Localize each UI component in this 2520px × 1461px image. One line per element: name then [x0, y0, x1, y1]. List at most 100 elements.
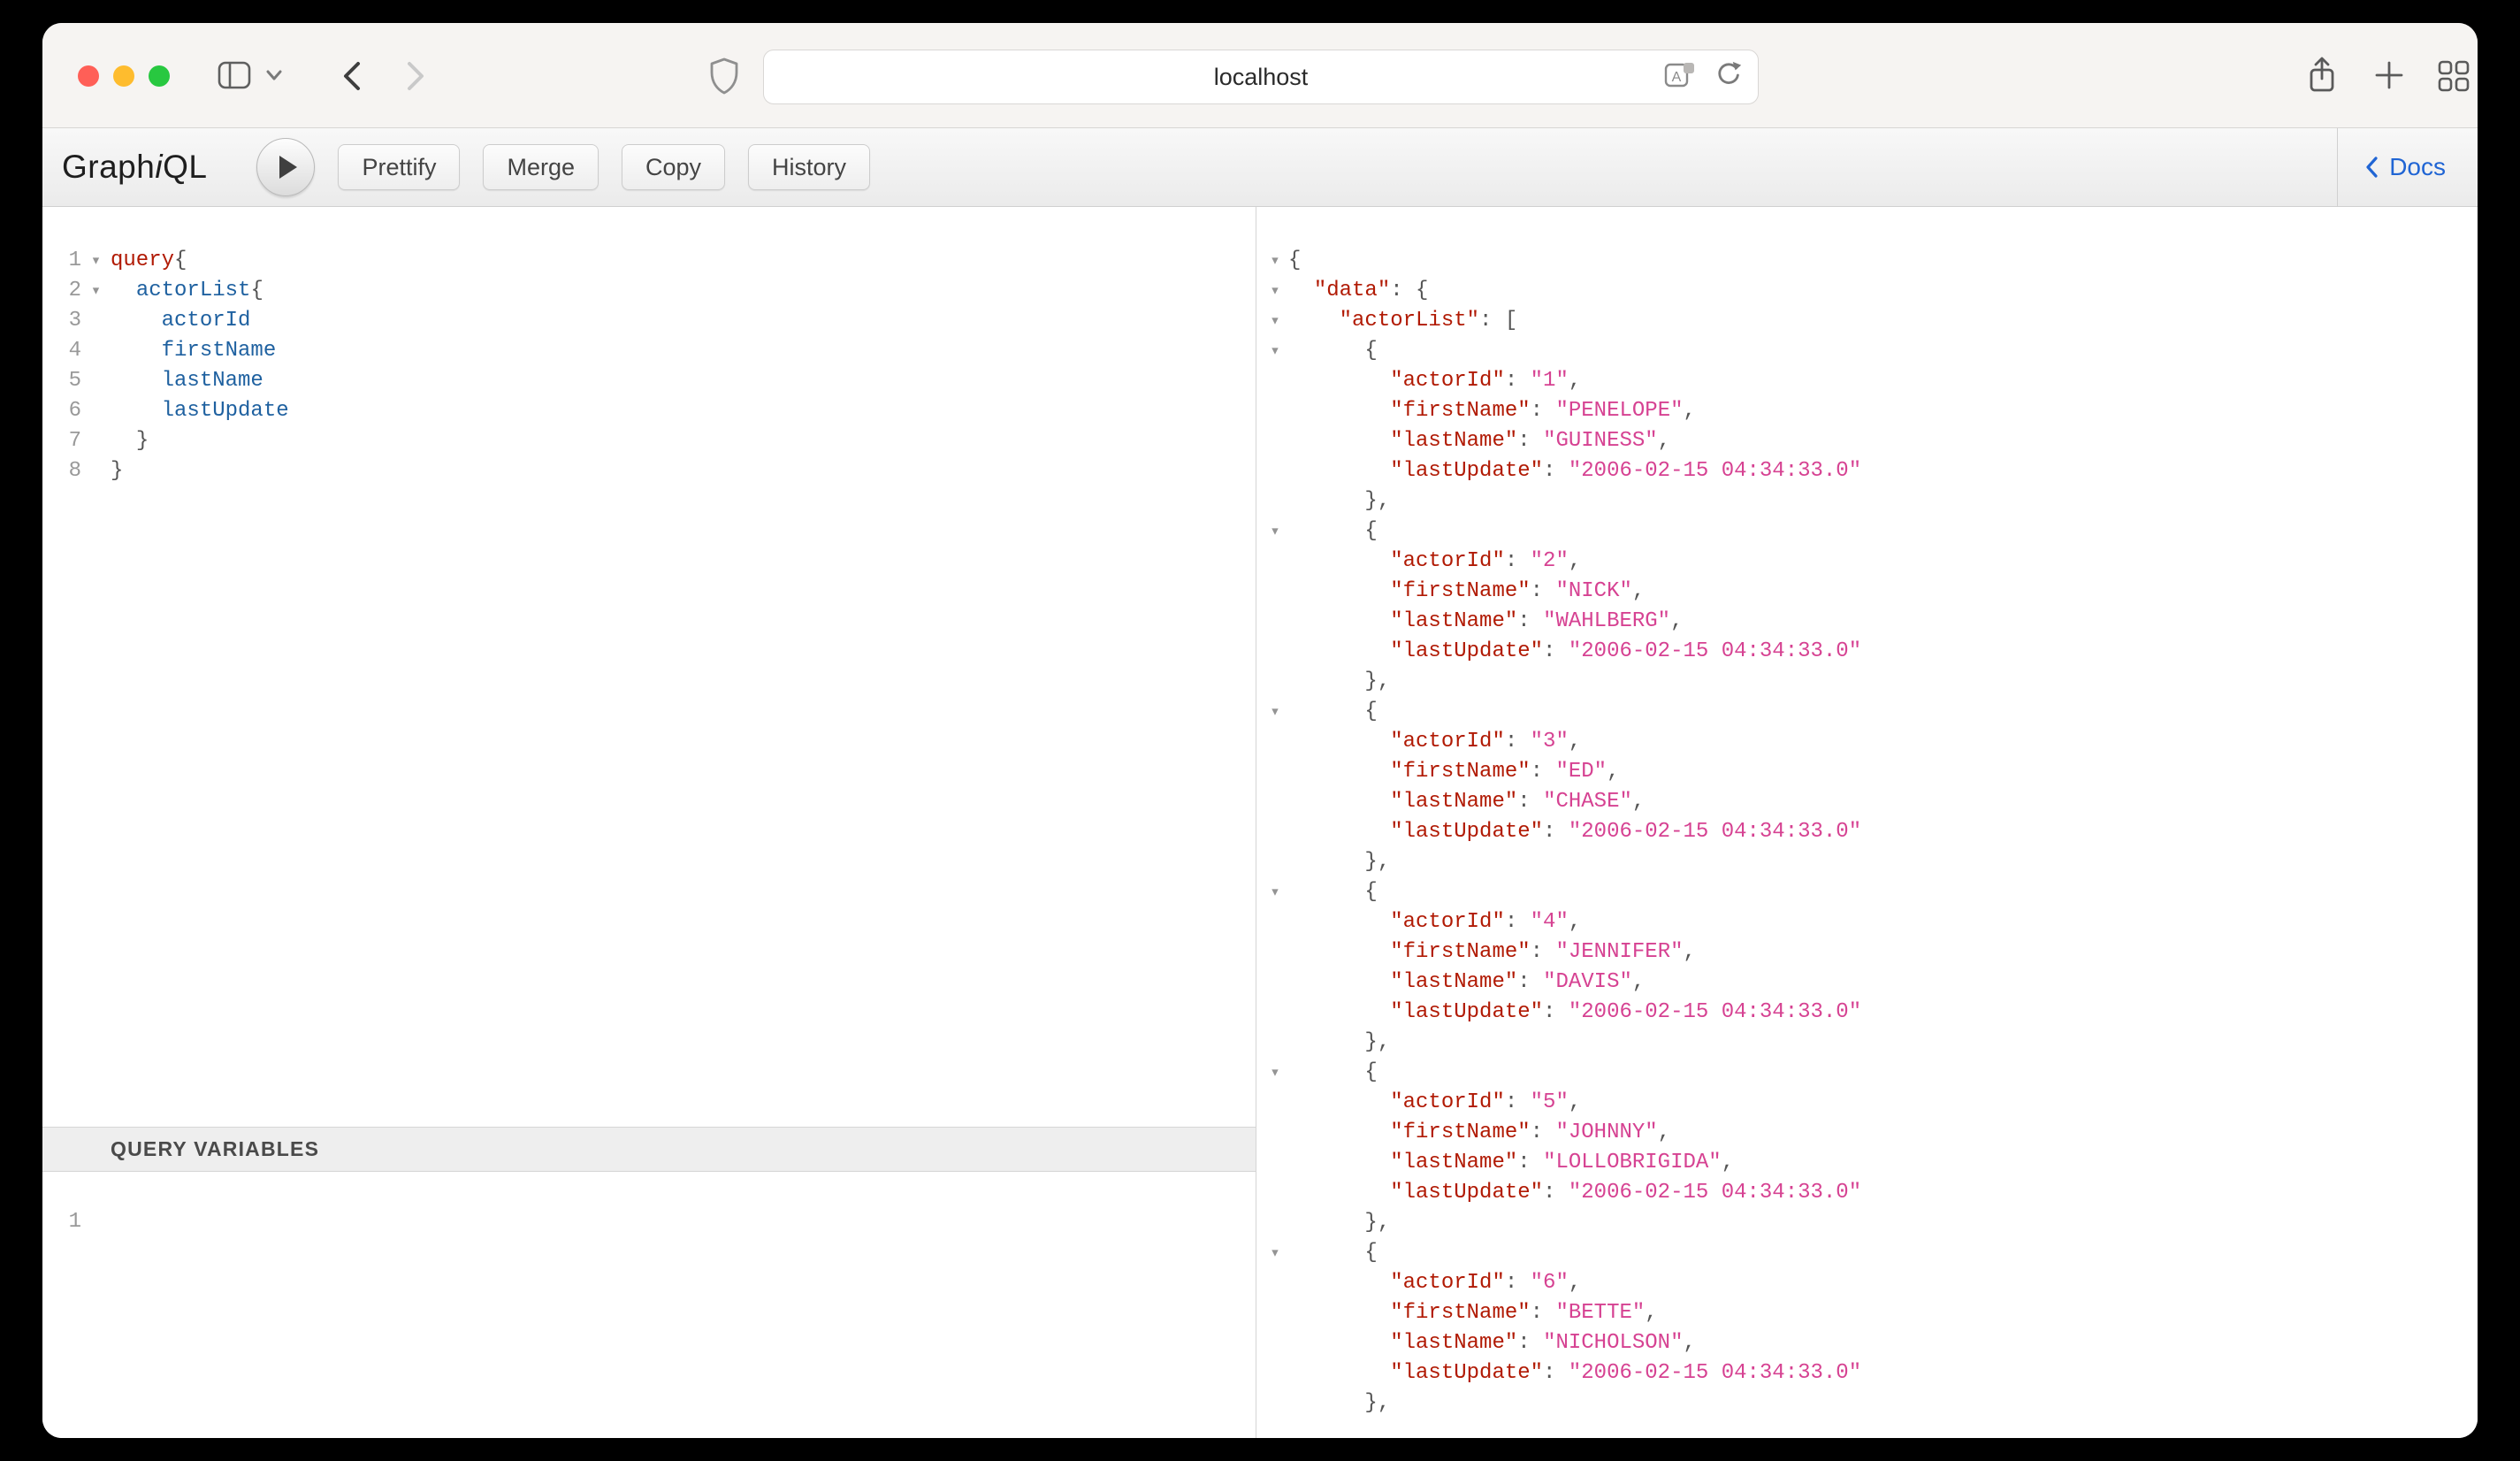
line-number: 5: [42, 366, 81, 396]
result-line: "firstName": "ED",: [1262, 757, 2478, 787]
fold-toggle-icon[interactable]: ▾: [1262, 697, 1288, 727]
docs-link[interactable]: Docs: [2337, 128, 2478, 206]
address-bar[interactable]: localhost A: [763, 50, 1759, 104]
chevron-left-icon: [2364, 156, 2379, 179]
result-line: "firstName": "JENNIFER",: [1262, 937, 2478, 968]
code-text: "actorId": "6",: [1288, 1268, 1581, 1298]
fold-gutter: [1262, 456, 1288, 486]
fold-gutter: [1262, 637, 1288, 667]
code-text: {: [1288, 516, 1378, 547]
code-text: lastUpdate: [111, 396, 289, 426]
fold-toggle-icon[interactable]: ▾: [1262, 336, 1288, 366]
code-text: },: [1288, 1028, 1390, 1058]
result-line: "actorId": "5",: [1262, 1088, 2478, 1118]
query-editor[interactable]: 1▾query{2▾ actorList{3 actorId4 firstNam…: [42, 207, 1256, 1127]
line-number: 1: [42, 246, 81, 276]
result-line: "actorId": "6",: [1262, 1268, 2478, 1298]
fold-gutter: [1262, 547, 1288, 577]
code-text: query{: [111, 246, 187, 276]
fold-toggle-icon[interactable]: ▾: [1262, 877, 1288, 907]
copy-button[interactable]: Copy: [622, 144, 725, 190]
code-text: },: [1288, 486, 1390, 516]
sidebar-toggle-button[interactable]: [218, 61, 251, 92]
result-line: ▾ "data": {: [1262, 276, 2478, 306]
fold-toggle-icon[interactable]: ▾: [1262, 516, 1288, 547]
code-text: }: [111, 456, 123, 486]
fold-toggle-icon[interactable]: ▾: [1262, 1238, 1288, 1268]
privacy-report-button[interactable]: [707, 57, 741, 98]
history-button[interactable]: History: [748, 144, 870, 190]
forward-button[interactable]: [405, 59, 426, 96]
tab-overview-grid-icon: [2437, 59, 2470, 96]
result-line: },: [1262, 1208, 2478, 1238]
reload-icon[interactable]: [1714, 60, 1744, 95]
code-text: "firstName": "BETTE",: [1288, 1298, 1658, 1328]
code-text: "lastUpdate": "2006-02-15 04:34:33.0": [1288, 817, 1861, 847]
fold-gutter: [1262, 667, 1288, 697]
line-number: 4: [42, 336, 81, 366]
code-text: "lastName": "GUINESS",: [1288, 426, 1670, 456]
query-variables-editor[interactable]: 1: [42, 1172, 1256, 1438]
fold-gutter: [1262, 486, 1288, 516]
fold-toggle-icon[interactable]: ▾: [1262, 1058, 1288, 1088]
editor-pane: 1▾query{2▾ actorList{3 actorId4 firstNam…: [42, 207, 1256, 1438]
code-text: },: [1288, 667, 1390, 697]
result-line: "lastUpdate": "2006-02-15 04:34:33.0": [1262, 456, 2478, 486]
code-text: "lastUpdate": "2006-02-15 04:34:33.0": [1288, 998, 1861, 1028]
result-line: "lastName": "GUINESS",: [1262, 426, 2478, 456]
back-button[interactable]: [341, 59, 363, 96]
query-editor-line: 1▾query{: [42, 246, 1256, 276]
fold-toggle-icon[interactable]: ▾: [81, 246, 111, 276]
result-line: "actorId": "3",: [1262, 727, 2478, 757]
code-text: "actorId": "1",: [1288, 366, 1581, 396]
fold-gutter: [1262, 366, 1288, 396]
sidebar-menu-button[interactable]: [265, 69, 283, 84]
code-text: "actorList": [: [1288, 306, 1517, 336]
fold-gutter: [1262, 1358, 1288, 1388]
code-text: {: [1288, 336, 1378, 366]
merge-button[interactable]: Merge: [483, 144, 599, 190]
result-line: },: [1262, 1028, 2478, 1058]
result-line: ▾ {: [1262, 1058, 2478, 1088]
result-line: "lastUpdate": "2006-02-15 04:34:33.0": [1262, 1178, 2478, 1208]
fold-toggle-icon[interactable]: ▾: [1262, 276, 1288, 306]
result-line: "firstName": "BETTE",: [1262, 1298, 2478, 1328]
result-line: "lastName": "WAHLBERG",: [1262, 607, 2478, 637]
code-text: {: [1288, 1238, 1378, 1268]
code-text: },: [1288, 1208, 1390, 1238]
query-editor-line: 7 }: [42, 426, 1256, 456]
result-viewer[interactable]: ▾{▾ "data": {▾ "actorList": [▾ { "actorI…: [1256, 207, 2478, 1438]
new-tab-button[interactable]: [2373, 59, 2405, 94]
tab-overview-button[interactable]: [2437, 59, 2470, 96]
chevron-down-icon: [265, 69, 283, 84]
fold-toggle-icon[interactable]: ▾: [81, 276, 111, 306]
fold-gutter: [81, 306, 111, 336]
result-line: ▾{: [1262, 246, 2478, 276]
fold-toggle-icon[interactable]: ▾: [1262, 246, 1288, 276]
query-editor-line: 3 actorId: [42, 306, 1256, 336]
query-editor-line: 4 firstName: [42, 336, 1256, 366]
browser-toolbar: localhost A: [42, 23, 2478, 128]
fold-gutter: [1262, 1088, 1288, 1118]
code-text: "actorId": "4",: [1288, 907, 1581, 937]
graphiql-main: 1▾query{2▾ actorList{3 actorId4 firstNam…: [42, 207, 2478, 1438]
fold-gutter: [1262, 847, 1288, 877]
fold-gutter: [1262, 968, 1288, 998]
line-number: 1: [42, 1207, 81, 1237]
fold-gutter: [1262, 998, 1288, 1028]
minimize-window-button[interactable]: [113, 65, 134, 87]
fold-gutter: [81, 426, 111, 456]
prettify-button[interactable]: Prettify: [338, 144, 460, 190]
code-text: "data": {: [1288, 276, 1428, 306]
fold-gutter: [81, 1207, 111, 1237]
close-window-button[interactable]: [78, 65, 99, 87]
share-icon: [2306, 56, 2338, 97]
fold-toggle-icon[interactable]: ▾: [1262, 306, 1288, 336]
traffic-lights: [78, 65, 170, 87]
share-button[interactable]: [2306, 56, 2338, 97]
query-variables-header[interactable]: QUERY VARIABLES: [42, 1127, 1256, 1172]
execute-query-button[interactable]: [256, 138, 315, 196]
translate-icon[interactable]: A: [1664, 61, 1696, 94]
zoom-window-button[interactable]: [149, 65, 170, 87]
result-line: "firstName": "NICK",: [1262, 577, 2478, 607]
